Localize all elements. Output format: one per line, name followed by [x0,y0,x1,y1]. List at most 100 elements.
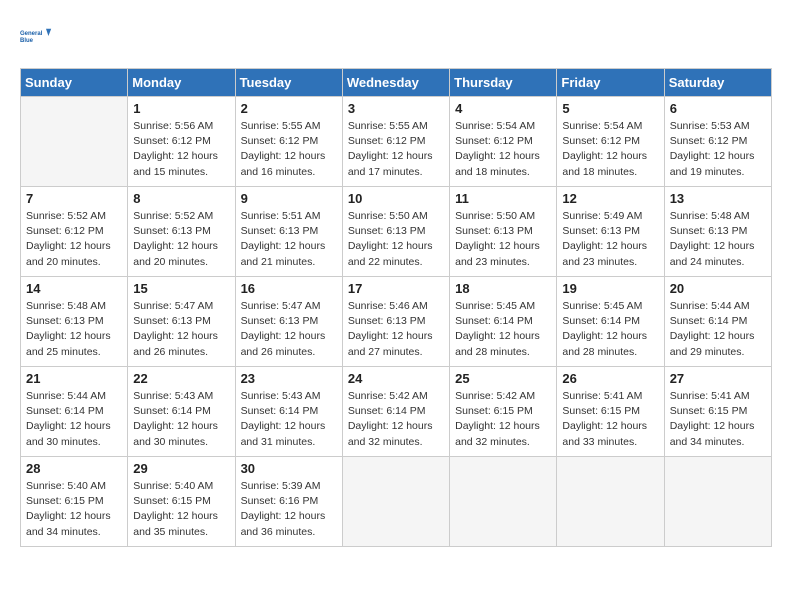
day-number: 28 [26,461,122,476]
calendar-day-cell: 5 Sunrise: 5:54 AM Sunset: 6:12 PM Daylig… [557,97,664,187]
calendar-day-cell: 28 Sunrise: 5:40 AM Sunset: 6:15 PM Dayli… [21,457,128,547]
day-info: Sunrise: 5:44 AM Sunset: 6:14 PM Dayligh… [26,389,122,450]
day-number: 13 [670,191,766,206]
day-info: Sunrise: 5:52 AM Sunset: 6:12 PM Dayligh… [26,209,122,270]
day-info: Sunrise: 5:45 AM Sunset: 6:14 PM Dayligh… [455,299,551,360]
svg-text:Blue: Blue [20,38,34,44]
weekday-header-cell: Tuesday [235,69,342,97]
calendar-day-cell: 7 Sunrise: 5:52 AM Sunset: 6:12 PM Daylig… [21,187,128,277]
day-number: 19 [562,281,658,296]
calendar-day-cell: 11Sunrise: 5:50 AM Sunset: 6:13 PM Dayli… [450,187,557,277]
weekday-header-cell: Saturday [664,69,771,97]
calendar-day-cell [557,457,664,547]
day-info: Sunrise: 5:49 AM Sunset: 6:13 PM Dayligh… [562,209,658,270]
calendar-day-cell: 29Sunrise: 5:40 AM Sunset: 6:15 PM Dayli… [128,457,235,547]
weekday-header-cell: Thursday [450,69,557,97]
day-number: 25 [455,371,551,386]
day-number: 8 [133,191,229,206]
calendar-day-cell: 17Sunrise: 5:46 AM Sunset: 6:13 PM Dayli… [342,277,449,367]
calendar-day-cell: 23 Sunrise: 5:43 AM Sunset: 6:14 PM Dayli… [235,367,342,457]
calendar-week-row: 28 Sunrise: 5:40 AM Sunset: 6:15 PM Dayli… [21,457,772,547]
day-info: Sunrise: 5:55 AM Sunset: 6:12 PM Dayligh… [348,119,444,180]
day-number: 16 [241,281,337,296]
day-number: 12 [562,191,658,206]
general-blue-logo-icon: GeneralBlue [20,20,52,52]
day-number: 24 [348,371,444,386]
day-info: Sunrise: 5:42 AM Sunset: 6:14 PM Dayligh… [348,389,444,450]
day-number: 3 [348,101,444,116]
calendar-day-cell: 6Sunrise: 5:53 AM Sunset: 6:12 PM Daylig… [664,97,771,187]
day-number: 27 [670,371,766,386]
calendar-week-row: 1 Sunrise: 5:56 AM Sunset: 6:12 PM Daylig… [21,97,772,187]
day-info: Sunrise: 5:55 AM Sunset: 6:12 PM Dayligh… [241,119,337,180]
calendar-day-cell: 9 Sunrise: 5:51 AM Sunset: 6:13 PM Daylig… [235,187,342,277]
weekday-header-row: SundayMondayTuesdayWednesdayThursdayFrid… [21,69,772,97]
logo: GeneralBlue [20,20,52,52]
calendar-day-cell: 3 Sunrise: 5:55 AM Sunset: 6:12 PM Daylig… [342,97,449,187]
day-number: 5 [562,101,658,116]
day-number: 9 [241,191,337,206]
calendar-day-cell [342,457,449,547]
day-info: Sunrise: 5:54 AM Sunset: 6:12 PM Dayligh… [562,119,658,180]
day-info: Sunrise: 5:51 AM Sunset: 6:13 PM Dayligh… [241,209,337,270]
calendar-day-cell: 8 Sunrise: 5:52 AM Sunset: 6:13 PM Daylig… [128,187,235,277]
day-number: 22 [133,371,229,386]
calendar-day-cell: 10Sunrise: 5:50 AM Sunset: 6:13 PM Dayli… [342,187,449,277]
day-info: Sunrise: 5:45 AM Sunset: 6:14 PM Dayligh… [562,299,658,360]
day-info: Sunrise: 5:43 AM Sunset: 6:14 PM Dayligh… [241,389,337,450]
calendar-day-cell: 16 Sunrise: 5:47 AM Sunset: 6:13 PM Dayli… [235,277,342,367]
weekday-header-cell: Wednesday [342,69,449,97]
day-info: Sunrise: 5:54 AM Sunset: 6:12 PM Dayligh… [455,119,551,180]
calendar-week-row: 21 Sunrise: 5:44 AM Sunset: 6:14 PM Dayli… [21,367,772,457]
day-info: Sunrise: 5:50 AM Sunset: 6:13 PM Dayligh… [348,209,444,270]
day-number: 21 [26,371,122,386]
calendar-day-cell: 2 Sunrise: 5:55 AM Sunset: 6:12 PM Daylig… [235,97,342,187]
day-number: 15 [133,281,229,296]
day-number: 14 [26,281,122,296]
calendar-day-cell: 19 Sunrise: 5:45 AM Sunset: 6:14 PM Dayli… [557,277,664,367]
day-info: Sunrise: 5:41 AM Sunset: 6:15 PM Dayligh… [562,389,658,450]
calendar-day-cell: 25 Sunrise: 5:42 AM Sunset: 6:15 PM Dayli… [450,367,557,457]
calendar-week-row: 7 Sunrise: 5:52 AM Sunset: 6:12 PM Daylig… [21,187,772,277]
day-info: Sunrise: 5:48 AM Sunset: 6:13 PM Dayligh… [26,299,122,360]
day-number: 2 [241,101,337,116]
day-number: 26 [562,371,658,386]
day-info: Sunrise: 5:47 AM Sunset: 6:13 PM Dayligh… [241,299,337,360]
day-info: Sunrise: 5:40 AM Sunset: 6:15 PM Dayligh… [26,479,122,540]
calendar-day-cell: 12 Sunrise: 5:49 AM Sunset: 6:13 PM Dayli… [557,187,664,277]
day-number: 1 [133,101,229,116]
day-info: Sunrise: 5:39 AM Sunset: 6:16 PM Dayligh… [241,479,337,540]
day-number: 7 [26,191,122,206]
calendar-body: 1 Sunrise: 5:56 AM Sunset: 6:12 PM Daylig… [21,97,772,547]
day-info: Sunrise: 5:42 AM Sunset: 6:15 PM Dayligh… [455,389,551,450]
day-info: Sunrise: 5:41 AM Sunset: 6:15 PM Dayligh… [670,389,766,450]
day-info: Sunrise: 5:47 AM Sunset: 6:13 PM Dayligh… [133,299,229,360]
calendar-day-cell: 15 Sunrise: 5:47 AM Sunset: 6:13 PM Dayli… [128,277,235,367]
calendar-day-cell: 24 Sunrise: 5:42 AM Sunset: 6:14 PM Dayli… [342,367,449,457]
svg-text:General: General [20,31,43,37]
calendar-day-cell [450,457,557,547]
day-info: Sunrise: 5:50 AM Sunset: 6:13 PM Dayligh… [455,209,551,270]
weekday-header-cell: Monday [128,69,235,97]
day-number: 18 [455,281,551,296]
day-number: 20 [670,281,766,296]
weekday-header-cell: Friday [557,69,664,97]
calendar-day-cell: 30 Sunrise: 5:39 AM Sunset: 6:16 PM Dayli… [235,457,342,547]
day-number: 17 [348,281,444,296]
day-info: Sunrise: 5:53 AM Sunset: 6:12 PM Dayligh… [670,119,766,180]
weekday-header-cell: Sunday [21,69,128,97]
calendar-day-cell: 4Sunrise: 5:54 AM Sunset: 6:12 PM Daylig… [450,97,557,187]
calendar-day-cell: 13 Sunrise: 5:48 AM Sunset: 6:13 PM Dayli… [664,187,771,277]
calendar-day-cell [664,457,771,547]
calendar-week-row: 14 Sunrise: 5:48 AM Sunset: 6:13 PM Dayli… [21,277,772,367]
calendar-day-cell: 1 Sunrise: 5:56 AM Sunset: 6:12 PM Daylig… [128,97,235,187]
day-number: 23 [241,371,337,386]
calendar-day-cell [21,97,128,187]
day-info: Sunrise: 5:43 AM Sunset: 6:14 PM Dayligh… [133,389,229,450]
day-info: Sunrise: 5:56 AM Sunset: 6:12 PM Dayligh… [133,119,229,180]
day-number: 30 [241,461,337,476]
day-info: Sunrise: 5:40 AM Sunset: 6:15 PM Dayligh… [133,479,229,540]
day-info: Sunrise: 5:52 AM Sunset: 6:13 PM Dayligh… [133,209,229,270]
day-info: Sunrise: 5:48 AM Sunset: 6:13 PM Dayligh… [670,209,766,270]
page-header: GeneralBlue [20,20,772,52]
